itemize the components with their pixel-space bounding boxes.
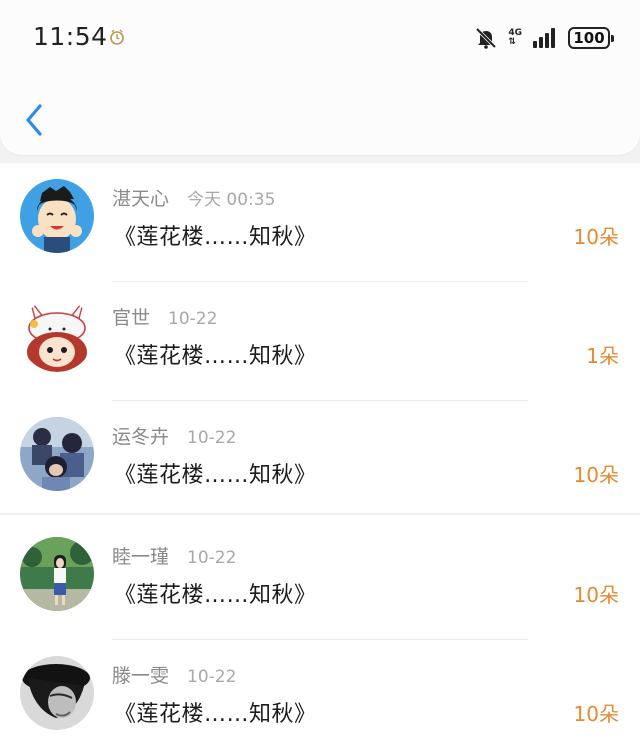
section-divider (0, 513, 640, 515)
flower-count: 10朵 (573, 463, 619, 487)
item-date: 10-22 (187, 667, 237, 687)
gift-list: 湛天心 今天 00:35 《莲花楼……知秋》 10朵 官世 10-22 《莲花楼… (0, 163, 640, 753)
cartoon-boy-avatar-icon (20, 179, 94, 253)
photo-hat-avatar-icon (20, 656, 94, 730)
list-item[interactable]: 睦一瑾 10-22 《莲花楼……知秋》 10朵 (0, 521, 640, 640)
list-item[interactable]: 湛天心 今天 00:35 《莲花楼……知秋》 10朵 (0, 163, 640, 282)
flower-count: 10朵 (573, 225, 619, 249)
status-bar: 11:54 4G ⇅ 100 (0, 0, 640, 78)
status-time: 11:54 (33, 22, 108, 51)
back-button[interactable] (22, 102, 48, 138)
item-meta: 官世 10-22 (112, 303, 217, 330)
item-meta: 湛天心 今天 00:35 (112, 184, 275, 211)
data-arrows-icon: ⇅ (508, 37, 516, 47)
avatar[interactable] (20, 417, 94, 491)
list-item[interactable]: 运冬卉 10-22 《莲花楼……知秋》 10朵 (0, 401, 640, 520)
user-name: 睦一瑾 (112, 546, 170, 568)
item-date: 10-22 (187, 548, 237, 568)
avatar[interactable] (20, 179, 94, 253)
user-name: 官世 (112, 307, 151, 329)
item-meta: 运冬卉 10-22 (112, 422, 236, 449)
alarm-icon (110, 29, 124, 45)
list-item[interactable]: 官世 10-22 《莲花楼……知秋》 1朵 (0, 282, 640, 401)
top-nav-bar (0, 78, 640, 155)
book-title: 《莲花楼……知秋》 (114, 225, 317, 250)
item-date: 10-22 (187, 428, 237, 448)
avatar[interactable] (20, 537, 94, 611)
book-title: 《莲花楼……知秋》 (114, 344, 317, 369)
avatar[interactable] (20, 298, 94, 372)
list-item[interactable]: 滕一雯 10-22 《莲花楼……知秋》 10朵 (0, 640, 640, 753)
book-title: 《莲花楼……知秋》 (114, 702, 317, 727)
bunny-girl-avatar-icon (20, 298, 94, 372)
flower-count: 10朵 (573, 583, 619, 607)
item-meta: 滕一雯 10-22 (112, 661, 236, 688)
photo-girl-avatar-icon (20, 537, 94, 611)
flower-count: 1朵 (586, 344, 619, 368)
signal-icon (533, 28, 555, 48)
flower-count: 10朵 (573, 702, 619, 726)
chevron-left-icon (26, 104, 42, 136)
photo-group-avatar-icon (20, 417, 94, 491)
avatar[interactable] (20, 656, 94, 730)
item-date: 今天 00:35 (187, 190, 276, 210)
user-name: 运冬卉 (112, 426, 170, 448)
network-type: 4G ⇅ (508, 29, 522, 47)
book-title: 《莲花楼……知秋》 (114, 583, 317, 608)
user-name: 滕一雯 (112, 665, 170, 687)
battery-level: 100 (573, 29, 605, 47)
item-meta: 睦一瑾 10-22 (112, 542, 236, 569)
user-name: 湛天心 (112, 188, 170, 210)
status-icons: 4G ⇅ 100 (474, 24, 614, 52)
item-date: 10-22 (168, 309, 218, 329)
book-title: 《莲花楼……知秋》 (114, 463, 317, 488)
battery-icon: 100 (568, 27, 614, 49)
mute-bell-icon (476, 27, 497, 49)
